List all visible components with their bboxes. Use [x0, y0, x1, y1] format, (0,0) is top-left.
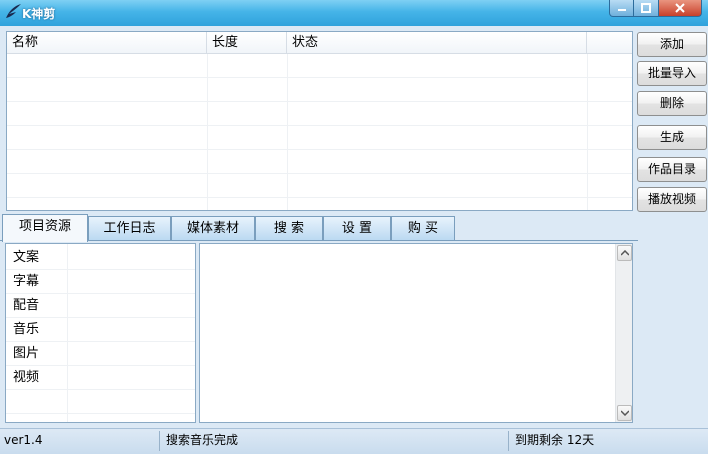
table-row	[7, 150, 632, 174]
table-row	[7, 174, 632, 198]
content-textarea[interactable]	[199, 243, 633, 423]
batch-import-button[interactable]: 批量导入	[637, 61, 707, 86]
list-item[interactable]: 字幕	[6, 270, 195, 294]
version-label: ver1.4	[4, 433, 43, 447]
chevron-down-icon	[620, 410, 629, 416]
generate-button[interactable]: 生成	[637, 125, 707, 150]
close-icon	[675, 3, 685, 13]
column-divider	[287, 54, 288, 210]
list-item[interactable]: 配音	[6, 294, 195, 318]
tab-search[interactable]: 搜 索	[255, 216, 323, 241]
tab-project-resources[interactable]: 项目资源	[2, 214, 88, 242]
status-bar: ver1.4 搜索音乐完成 到期剩余 12天	[0, 428, 708, 454]
status-separator	[508, 431, 509, 451]
tab-settings[interactable]: 设 置	[323, 216, 391, 241]
window-title: K神剪	[22, 7, 56, 21]
list-item[interactable]: 图片	[6, 342, 195, 366]
scroll-down-button[interactable]	[617, 405, 632, 421]
maximize-icon	[641, 3, 651, 13]
column-name[interactable]: 名称	[7, 32, 207, 54]
feather-logo-icon	[3, 2, 23, 22]
add-button[interactable]: 添加	[637, 32, 707, 57]
file-list-header: 名称 长度 状态	[7, 32, 632, 54]
close-button[interactable]	[658, 0, 702, 17]
list-item[interactable]: 音乐	[6, 318, 195, 342]
status-message: 搜索音乐完成	[166, 433, 239, 447]
chevron-up-icon	[620, 250, 629, 256]
column-length[interactable]: 长度	[207, 32, 287, 54]
minimize-button[interactable]	[609, 0, 634, 17]
file-list[interactable]: 名称 长度 状态	[6, 31, 633, 211]
column-status[interactable]: 状态	[287, 32, 587, 54]
vertical-scrollbar[interactable]	[615, 244, 632, 422]
column-divider	[207, 54, 208, 210]
list-item[interactable]	[6, 390, 195, 414]
tab-divider	[0, 240, 638, 241]
delete-button[interactable]: 删除	[637, 91, 707, 116]
minimize-icon	[617, 9, 626, 11]
works-directory-button[interactable]: 作品目录	[637, 157, 707, 182]
tab-bar: 项目资源 工作日志 媒体素材 搜 索 设 置 购 买	[0, 214, 708, 242]
column-divider	[587, 54, 588, 210]
list-item[interactable]: 文案	[6, 246, 195, 270]
play-video-button[interactable]: 播放视频	[637, 187, 707, 212]
list-item[interactable]: 视频	[6, 366, 195, 390]
title-bar[interactable]: K神剪	[0, 0, 708, 26]
tab-purchase[interactable]: 购 买	[391, 216, 455, 241]
maximize-button[interactable]	[633, 0, 659, 17]
table-row	[7, 126, 632, 150]
tab-media-assets[interactable]: 媒体素材	[171, 216, 255, 241]
tab-work-log[interactable]: 工作日志	[88, 216, 171, 241]
table-row	[7, 78, 632, 102]
table-row	[7, 102, 632, 126]
resource-list[interactable]: 文案 字幕 配音 音乐 图片 视频	[5, 243, 196, 423]
column-divider	[67, 244, 68, 422]
table-row	[7, 54, 632, 78]
expiry-label: 到期剩余 12天	[515, 433, 595, 447]
status-separator	[159, 431, 160, 451]
scroll-up-button[interactable]	[617, 245, 632, 261]
